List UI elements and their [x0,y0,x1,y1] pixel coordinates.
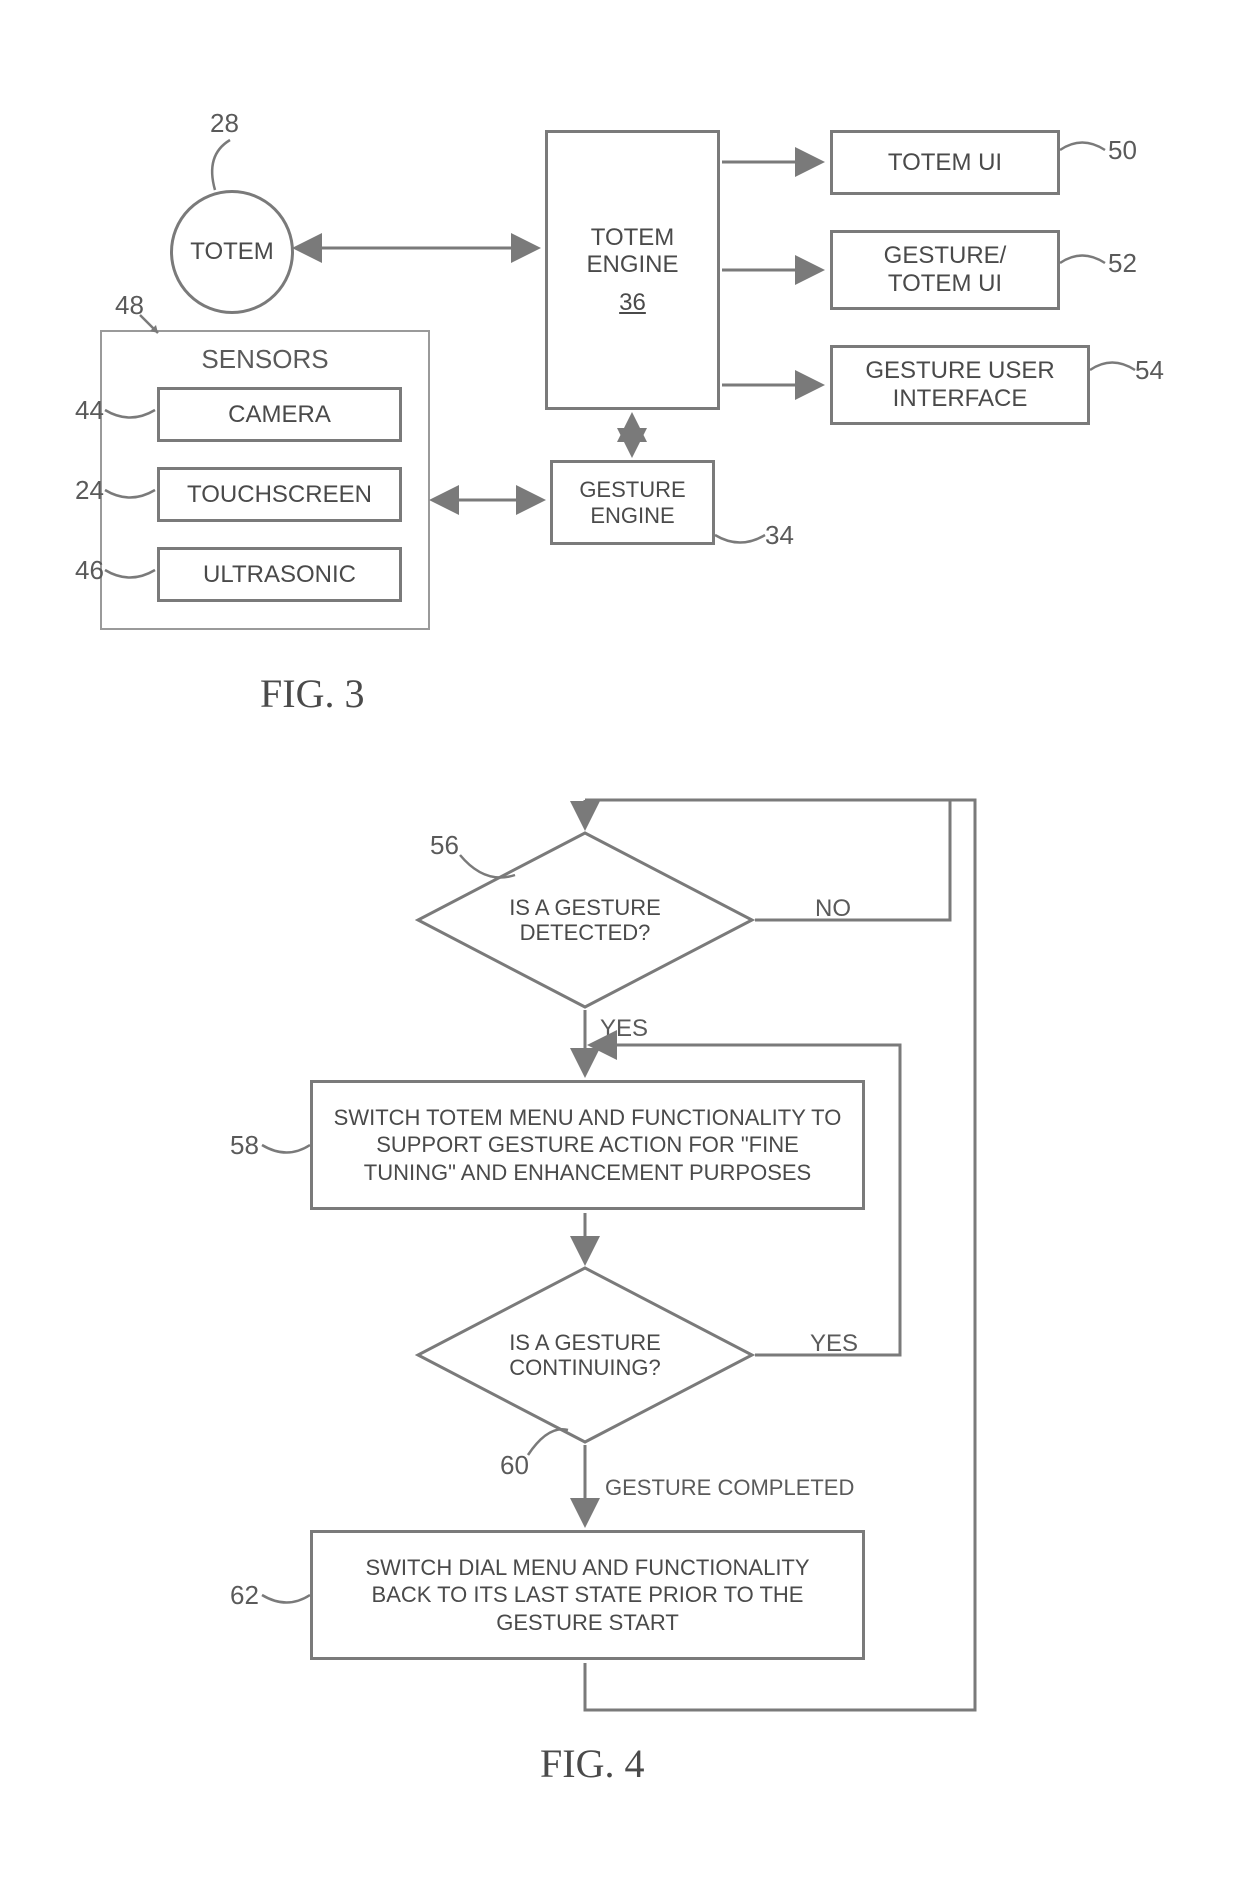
d1-text: IS A GESTURE DETECTED? [415,895,755,946]
d2-text: IS A GESTURE CONTINUING? [415,1330,755,1381]
fig4-caption: FIG. 4 [540,1740,644,1787]
fig4-connectors [0,0,1240,1900]
